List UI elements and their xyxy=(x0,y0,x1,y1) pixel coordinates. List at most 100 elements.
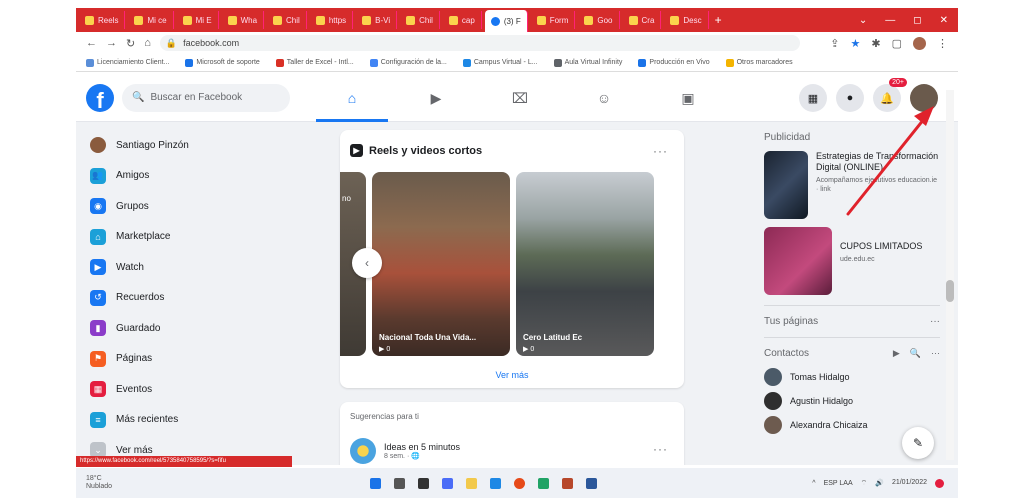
browser-tab[interactable]: Chil xyxy=(267,11,307,29)
sidebar-icon[interactable]: ▢ xyxy=(892,37,902,50)
sidebar-item-saved[interactable]: ▮ Guardado xyxy=(84,313,304,344)
browser-tab[interactable]: B-Vi xyxy=(356,11,398,29)
groups-nav-icon[interactable]: ☺ xyxy=(562,74,646,122)
browser-tab[interactable]: cap xyxy=(443,11,482,29)
browser-tab[interactable]: Cra xyxy=(623,11,662,29)
messenger-icon[interactable]: ● xyxy=(836,84,864,112)
notification-dot[interactable] xyxy=(935,478,944,488)
url-input[interactable]: 🔒 facebook.com xyxy=(159,35,800,51)
sidebar-item-marketplace[interactable]: ⌂ Marketplace xyxy=(84,222,304,253)
account-avatar[interactable] xyxy=(910,84,938,112)
chevron-up-icon[interactable]: ^ xyxy=(812,480,815,487)
browser-tab[interactable]: Chil xyxy=(400,11,440,29)
page-scrollbar[interactable] xyxy=(946,90,954,460)
chrome-icon[interactable] xyxy=(514,477,525,489)
bookmark-item[interactable]: Microsoft de soporte xyxy=(185,58,260,67)
browser-tab[interactable]: Wha xyxy=(222,11,265,29)
maximize-button[interactable]: ◻ xyxy=(913,15,921,26)
share-icon[interactable]: ⇪ xyxy=(830,37,839,50)
browser-tab[interactable]: Mi ce xyxy=(128,11,174,29)
suggestion-title[interactable]: Ideas en 5 minutos xyxy=(384,442,460,452)
new-tab-button[interactable]: + xyxy=(715,13,722,27)
chat-icon[interactable] xyxy=(442,477,453,489)
search-input[interactable]: 🔍 Buscar en Facebook xyxy=(122,83,290,112)
volume-icon[interactable]: 🔊 xyxy=(875,479,884,487)
bookmark-item[interactable]: Configuración de la... xyxy=(369,58,447,67)
minimize-button[interactable]: — xyxy=(885,15,895,26)
sponsored-ad[interactable]: Estrategias de Transformación Digital (O… xyxy=(764,151,940,219)
weather-widget[interactable]: 18°C Nublado xyxy=(86,475,112,491)
bookmark-item[interactable]: Otros marcadores xyxy=(725,58,793,67)
start-icon[interactable] xyxy=(370,477,381,489)
facebook-logo-icon[interactable]: f xyxy=(86,83,114,112)
search-contacts-icon[interactable]: 🔍 xyxy=(910,348,921,359)
search-icon[interactable] xyxy=(394,477,405,489)
contact-item[interactable]: Agustin Hidalgo xyxy=(764,389,940,413)
contact-item[interactable]: Tomas Hidalgo xyxy=(764,365,940,389)
sidebar-item-memories[interactable]: ↺ Recuerdos xyxy=(84,283,304,314)
extensions-icon[interactable]: ✱ xyxy=(871,37,880,50)
reels-see-more-link[interactable]: Ver más xyxy=(340,370,684,380)
language-indicator[interactable]: ESP LAA xyxy=(824,480,853,487)
tab-label: Wha xyxy=(240,15,258,25)
reels-options-icon[interactable]: ··· xyxy=(653,144,668,158)
browser-tab[interactable]: (3) F xyxy=(484,10,528,32)
forward-icon[interactable]: → xyxy=(106,37,117,49)
video-call-icon[interactable]: ▶ xyxy=(893,348,900,359)
menu-icon[interactable]: ⋮ xyxy=(937,37,948,50)
suggestion-item[interactable]: Ideas en 5 minutos 8 sem. · 🌐 xyxy=(350,438,460,464)
reels-previous-button[interactable]: ‹ xyxy=(352,248,382,278)
gaming-nav-icon[interactable]: ▣ xyxy=(646,74,730,122)
contacts-options-icon[interactable]: ··· xyxy=(931,348,940,359)
back-icon[interactable]: ← xyxy=(86,37,97,49)
browser-tab[interactable]: https xyxy=(310,11,354,29)
watch-nav-icon[interactable]: ▶ xyxy=(394,74,478,122)
tab-search-button[interactable]: ⌄ xyxy=(859,15,867,26)
sponsored-ad[interactable]: CUPOS LIMITADOS ude.edu.ec xyxy=(764,227,940,295)
browser-tab[interactable]: Desc xyxy=(664,11,709,29)
powerpoint-icon[interactable] xyxy=(562,477,573,489)
sidebar-item-recent[interactable]: ≡ Más recientes xyxy=(84,405,304,436)
sidebar-item-groups[interactable]: ◉ Grupos xyxy=(84,191,304,222)
wifi-icon[interactable]: ⌔ xyxy=(861,479,868,488)
sidebar-item-pages[interactable]: ⚑ Páginas xyxy=(84,344,304,375)
browser-tab[interactable]: Form xyxy=(531,11,576,29)
bookmark-item[interactable]: Producción en Vivo xyxy=(638,58,710,67)
profile-avatar[interactable] xyxy=(913,36,926,50)
browser-tab[interactable]: Goo xyxy=(578,11,620,29)
post-options-icon[interactable]: ··· xyxy=(653,442,668,456)
bookmark-favicon-icon xyxy=(369,58,378,67)
close-window-button[interactable]: ✕ xyxy=(940,15,948,26)
bookmark-item[interactable]: Campus Virtual - L... xyxy=(462,58,538,67)
bookmark-item[interactable]: Taller de Excel - Intl... xyxy=(275,58,354,67)
saved-icon: ▮ xyxy=(90,320,106,337)
contacts-list: Tomas Hidalgo Agustin Hidalgo Alexandra Ch… xyxy=(764,365,940,437)
browser-tab[interactable]: Reels xyxy=(79,11,126,29)
tab-label: Mi E xyxy=(195,15,212,25)
bookmark-item[interactable]: Aula Virtual Infinity xyxy=(553,58,622,67)
sidebar-item-avatar[interactable]: Santiago Pinzón xyxy=(84,130,304,161)
reload-icon[interactable]: ↻ xyxy=(126,37,135,50)
file-explorer-icon[interactable] xyxy=(466,477,477,489)
edge-icon[interactable] xyxy=(490,477,501,489)
home-icon[interactable]: ⌂ xyxy=(144,37,151,49)
task-view-icon[interactable] xyxy=(418,477,429,489)
scrollbar-thumb[interactable] xyxy=(946,280,954,302)
home-nav-icon[interactable]: ⌂ xyxy=(310,74,394,122)
clock[interactable]: 21/01/2022 xyxy=(892,479,927,487)
menu-grid-icon[interactable]: ▦ xyxy=(799,84,827,112)
pages-options-icon[interactable]: ··· xyxy=(930,316,940,327)
marketplace-nav-icon[interactable]: ⌧ xyxy=(478,74,562,122)
sidebar-item-watch[interactable]: ▶ Watch xyxy=(84,252,304,283)
excel-icon[interactable] xyxy=(538,477,549,489)
sidebar-item-events[interactable]: ▦ Eventos xyxy=(84,374,304,405)
word-icon[interactable] xyxy=(586,477,597,489)
bookmark-star-icon[interactable]: ★ xyxy=(851,37,861,50)
reel-card[interactable]: Nacional Toda Una Vida... ▶ 0 xyxy=(372,172,510,356)
reel-card[interactable]: Cero Latitud Ec ▶ 0 xyxy=(516,172,654,356)
new-message-button[interactable]: ✎ xyxy=(902,427,934,459)
bookmark-item[interactable]: Licenciamiento Client... xyxy=(86,58,169,67)
sidebar-item-friends[interactable]: 👥 Amigos xyxy=(84,161,304,192)
notifications-icon[interactable]: 🔔 20+ xyxy=(873,78,907,112)
browser-tab[interactable]: Mi E xyxy=(177,11,219,29)
